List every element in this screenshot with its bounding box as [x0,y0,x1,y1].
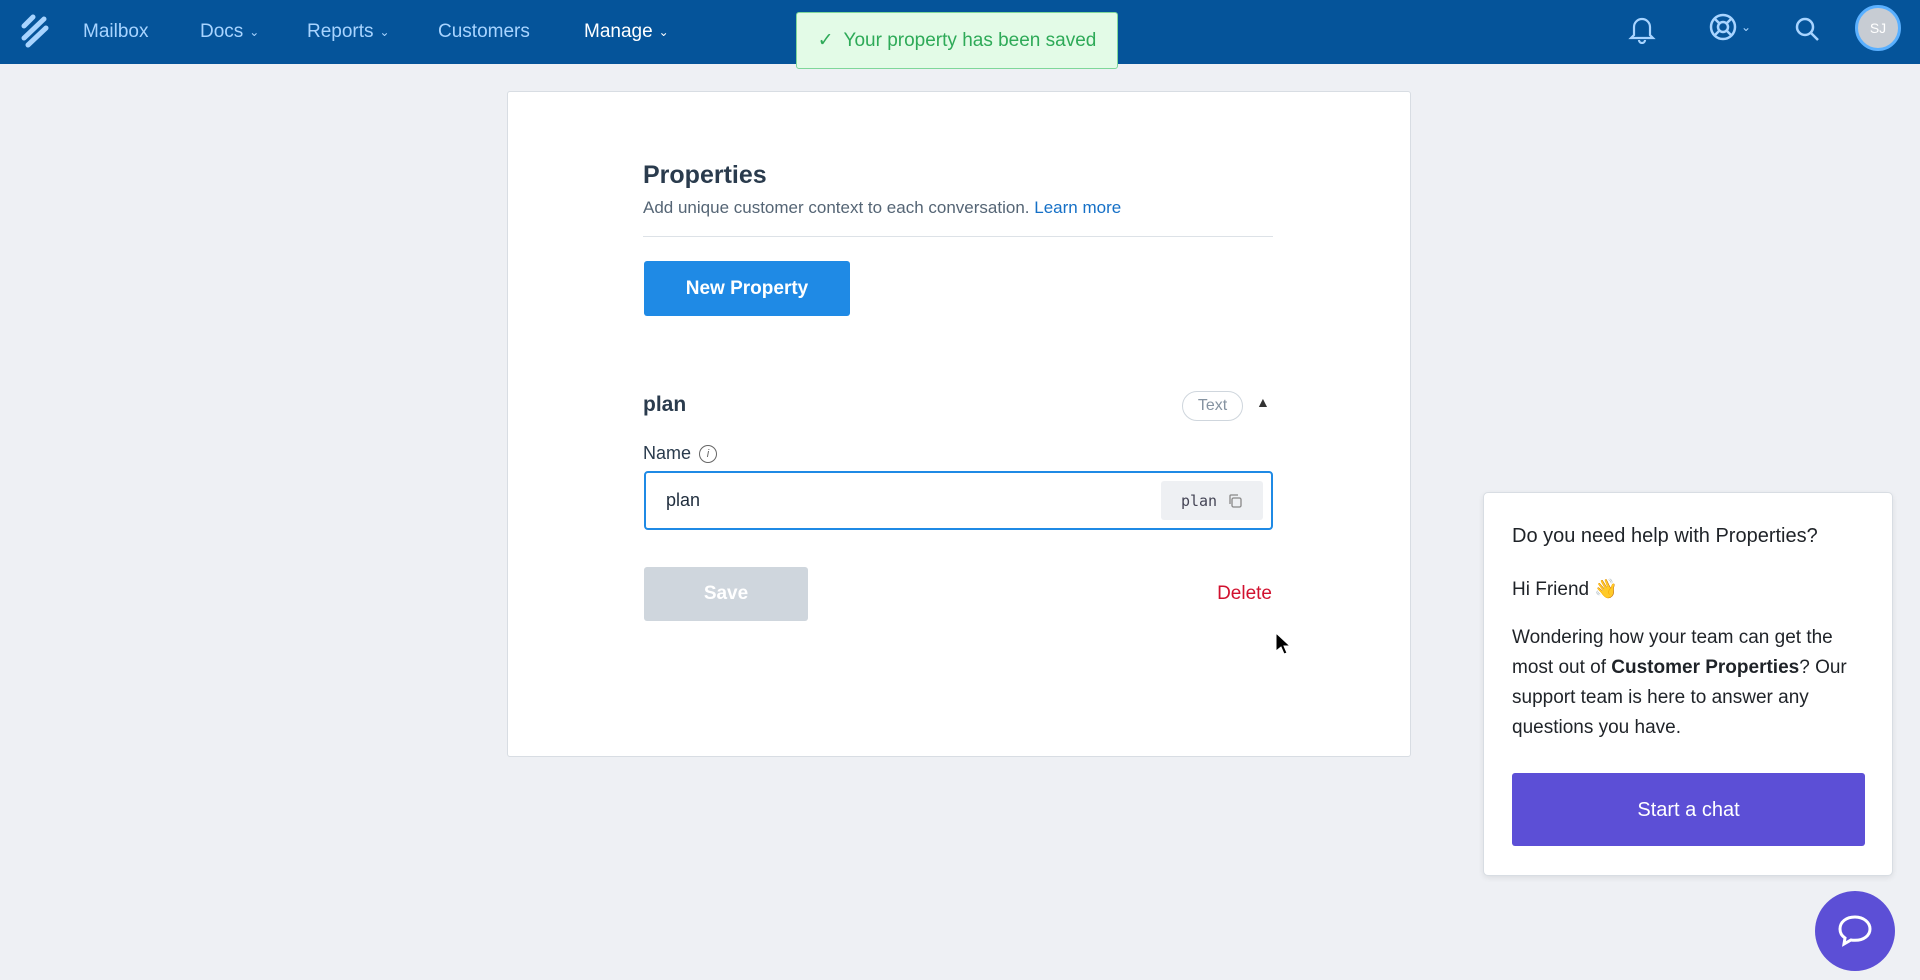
nav-label: Customers [438,21,530,42]
type-badge: Text [1182,391,1243,421]
subtitle-text: Add unique customer context to each conv… [643,198,1030,217]
help-body-bold: Customer Properties [1611,657,1800,678]
toast-message: Your property has been saved [843,29,1097,51]
help-body: Wondering how your team can get the most… [1512,623,1864,743]
new-property-button[interactable]: New Property [644,261,850,316]
name-label: Name i [643,443,718,464]
lifebuoy-icon [1709,13,1737,41]
chevron-down-icon: ⌄ [658,25,669,39]
label-text: Name [643,443,692,463]
help-greeting: Hi Friend 👋 [1512,579,1619,600]
nav-label: Manage [584,21,653,42]
save-button[interactable]: Save [644,567,808,621]
slug-text: plan [1180,491,1218,510]
chevron-down-icon: ⌄ [249,25,260,39]
nav-label: Docs [200,21,244,42]
nav-label: Reports [307,21,374,42]
chevron-down-icon: ⌄ [379,25,390,39]
info-icon[interactable]: i [699,444,718,463]
nav-customers[interactable]: Customers [438,0,530,64]
property-title: plan [643,393,687,416]
chat-bubble-icon [1838,915,1872,947]
start-chat-button[interactable]: Start a chat [1512,773,1865,846]
nav-reports[interactable]: Reports ⌄ [307,0,390,64]
mouse-cursor-icon [1275,632,1291,655]
input-value: plan [666,490,701,510]
delete-button[interactable]: Delete [1210,583,1272,605]
divider [643,236,1273,237]
success-toast: ✓ Your property has been saved [796,12,1118,69]
help-panel: Do you need help with Properties? Hi Fri… [1483,492,1893,876]
nav-manage[interactable]: Manage ⌄ [584,0,669,64]
bell-icon[interactable] [1628,14,1656,44]
slug-copy-button[interactable]: plan [1161,481,1263,520]
page-title: Properties [643,161,767,189]
check-icon: ✓ [817,30,834,51]
search-icon[interactable] [1793,14,1821,44]
page-subtitle: Add unique customer context to each conv… [643,198,1121,218]
chevron-up-icon[interactable]: ▲ [1256,394,1270,410]
nav-label: Mailbox [83,21,149,42]
help-menu-button[interactable]: ⌄ [1708,12,1751,42]
nav-docs[interactable]: Docs ⌄ [200,0,259,64]
avatar[interactable]: SJ [1855,5,1901,51]
learn-more-link[interactable]: Learn more [1034,198,1121,217]
chevron-down-icon: ⌄ [1741,20,1752,34]
nav-mailbox[interactable]: Mailbox [83,0,148,64]
properties-card [507,91,1411,757]
help-title: Do you need help with Properties? [1512,525,1818,547]
name-input[interactable]: plan plan [644,471,1273,530]
copy-icon [1229,493,1242,508]
logo-icon[interactable] [20,14,50,48]
chat-launcher-button[interactable] [1815,891,1895,971]
